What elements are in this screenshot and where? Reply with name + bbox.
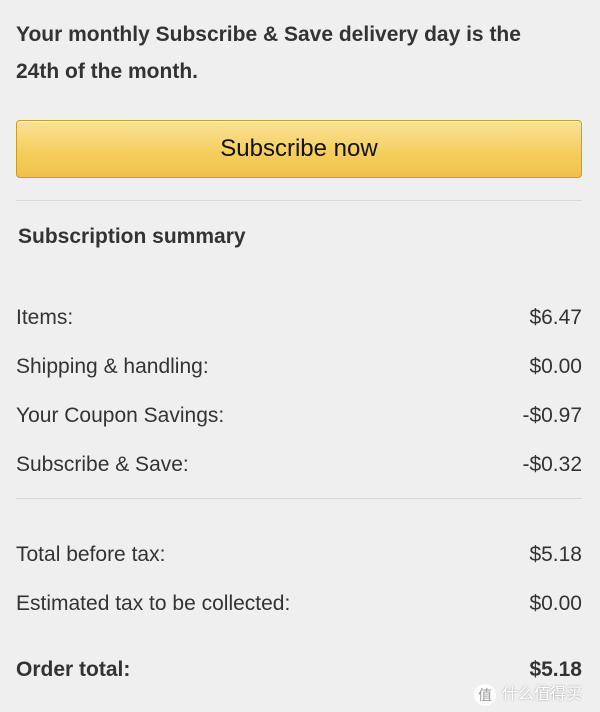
summary-row-label: Estimated tax to be collected: — [16, 592, 291, 615]
summary-row-total-before-tax: Total before tax: $5.18 — [16, 543, 582, 573]
order-total-value: $5.18 — [529, 658, 582, 681]
summary-row-value: -$0.32 — [522, 453, 582, 476]
summary-row-items: Items: $6.47 — [16, 306, 582, 336]
watermark-logo-icon: 值 — [474, 684, 496, 706]
summary-row-label: Total before tax: — [16, 543, 166, 566]
summary-row-estimated-tax: Estimated tax to be collected: $0.00 — [16, 592, 582, 622]
subscription-panel: Your monthly Subscribe & Save delivery d… — [0, 0, 600, 712]
summary-row-subscribe-save: Subscribe & Save: -$0.32 — [16, 453, 582, 483]
summary-row-value: -$0.97 — [522, 404, 582, 427]
delivery-day-notice-line2: 24th of the month. — [16, 60, 198, 83]
summary-row-label: Shipping & handling: — [16, 355, 209, 378]
watermark-text: 什么值得买 — [502, 686, 583, 703]
summary-row-value: $0.00 — [529, 355, 582, 378]
summary-title: Subscription summary — [18, 225, 246, 248]
divider — [16, 498, 582, 499]
subscribe-now-button[interactable]: Subscribe now — [16, 120, 582, 178]
summary-row-label: Your Coupon Savings: — [16, 404, 225, 427]
summary-row-shipping: Shipping & handling: $0.00 — [16, 355, 582, 385]
summary-row-value: $5.18 — [529, 543, 582, 566]
delivery-day-notice-line1: Your monthly Subscribe & Save delivery d… — [16, 23, 521, 46]
summary-row-coupon-savings: Your Coupon Savings: -$0.97 — [16, 404, 582, 434]
divider — [16, 200, 582, 201]
summary-row-value: $0.00 — [529, 592, 582, 615]
order-total-label: Order total: — [16, 658, 131, 681]
summary-row-value: $6.47 — [529, 306, 582, 329]
delivery-day-notice: Your monthly Subscribe & Save delivery d… — [16, 16, 586, 90]
summary-row-label: Items: — [16, 306, 74, 329]
site-watermark: 值什么值得买 — [474, 681, 582, 709]
summary-row-label: Subscribe & Save: — [16, 453, 189, 476]
